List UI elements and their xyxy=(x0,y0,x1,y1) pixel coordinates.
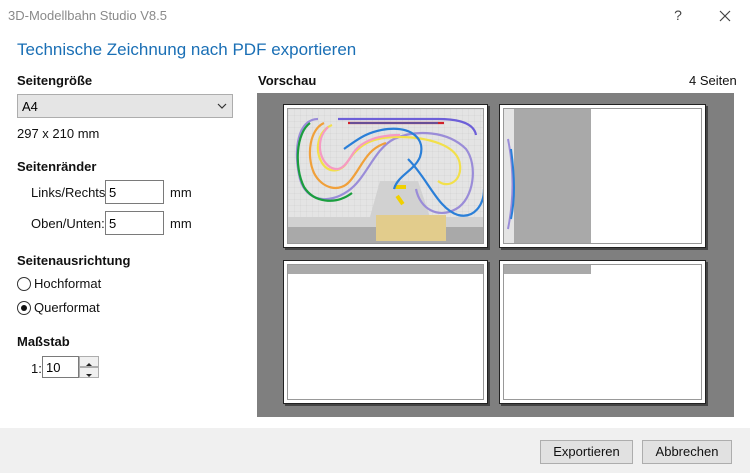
orientation-label: Seitenausrichtung xyxy=(17,253,131,268)
chevron-down-icon xyxy=(217,103,227,109)
export-button[interactable]: Exportieren xyxy=(540,440,633,464)
preview-page-4 xyxy=(499,260,706,404)
left-right-label: Links/Rechts: xyxy=(31,185,110,200)
scale-down-button[interactable] xyxy=(79,367,99,378)
top-bottom-label: Oben/Unten: xyxy=(31,216,105,231)
help-button[interactable]: ? xyxy=(668,5,688,25)
dialog-heading: Technische Zeichnung nach PDF exportiere… xyxy=(17,40,357,59)
scale-label: Maßstab xyxy=(17,334,70,349)
arrow-down-icon xyxy=(86,374,92,377)
page-size-dropdown[interactable]: A4 xyxy=(17,94,233,118)
top-bottom-unit: mm xyxy=(170,216,192,231)
dialog-footer xyxy=(0,428,750,473)
preview-page-3 xyxy=(283,260,488,404)
preview-page-1-content xyxy=(287,108,484,244)
portrait-label[interactable]: Hochformat xyxy=(34,276,101,291)
preview-page-2-content xyxy=(503,108,702,244)
preview-page-3-drawing xyxy=(288,265,483,274)
top-bottom-field[interactable] xyxy=(105,211,164,235)
landscape-radio[interactable] xyxy=(17,301,31,315)
window-title: 3D-Modellbahn Studio V8.5 xyxy=(8,8,167,23)
close-button[interactable] xyxy=(714,5,736,27)
portrait-radio[interactable] xyxy=(17,277,31,291)
cancel-button[interactable]: Abbrechen xyxy=(642,440,732,464)
scale-up-button[interactable] xyxy=(79,356,99,367)
margins-label: Seitenränder xyxy=(17,159,97,174)
preview-page-4-drawing xyxy=(504,265,591,274)
preview-page-2-drawing xyxy=(504,109,591,243)
track-layout-drawing xyxy=(288,109,483,243)
preview-page-2 xyxy=(499,104,706,248)
page-count: 4 Seiten xyxy=(689,73,737,88)
preview-area[interactable] xyxy=(257,93,734,417)
left-right-input[interactable] xyxy=(106,181,163,203)
scale-input[interactable] xyxy=(43,357,78,377)
scale-stepper[interactable] xyxy=(79,356,99,378)
page-size-label: Seitengröße xyxy=(17,73,93,88)
title-bar: 3D-Modellbahn Studio V8.5 ? xyxy=(0,0,750,32)
scale-prefix: 1: xyxy=(31,361,42,376)
scale-field[interactable] xyxy=(42,356,79,378)
landscape-label[interactable]: Querformat xyxy=(34,300,100,315)
left-right-unit: mm xyxy=(170,185,192,200)
close-icon xyxy=(719,10,731,22)
preview-page-1 xyxy=(283,104,488,248)
preview-page-4-content xyxy=(503,264,702,400)
preview-page-3-content xyxy=(287,264,484,400)
top-bottom-input[interactable] xyxy=(106,212,163,234)
page-dimensions: 297 x 210 mm xyxy=(17,126,100,141)
preview-label: Vorschau xyxy=(258,73,317,88)
left-right-field[interactable] xyxy=(105,180,164,204)
page-size-selected: A4 xyxy=(22,99,38,114)
